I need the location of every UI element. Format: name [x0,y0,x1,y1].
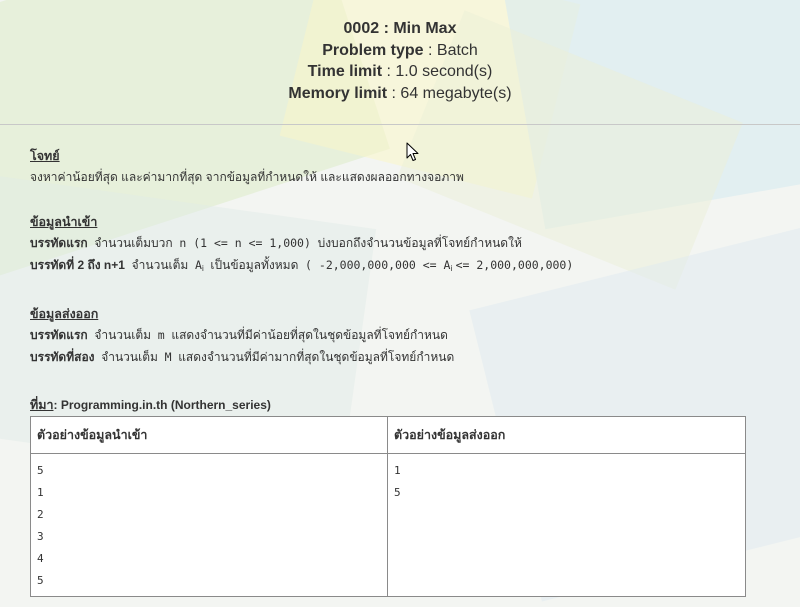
example-input-line: 5 [37,464,44,477]
input-spec-line1: บรรทัดแรก จำนวนเต็มบวก n (1 <= n <= 1,00… [30,236,522,250]
mouse-pointer-icon [406,142,419,161]
example-input-line: 3 [37,530,44,543]
source-label: ที่มา [30,398,54,412]
output-spec-heading: ข้อมูลส่งออก [30,307,99,321]
output-spec-line2: บรรทัดที่สอง จำนวนเต็ม M แสดงจำนวนที่มีค… [30,350,455,364]
statement-text: จงหาค่าน้อยที่สุด และค่ามากที่สุด จากข้อ… [30,170,464,184]
statement-section: โจทย์ จงหาค่าน้อยที่สุด และค่ามากที่สุด … [30,146,464,188]
problem-page: 0002 : Min Max Problem type : Batch Time… [0,0,800,597]
time-limit: Time limit : 1.0 second(s) [307,63,493,80]
example-input-cell: 5 1 2 3 4 5 [30,453,388,597]
source-line: ที่มา: Programming.in.th (Northern_serie… [30,395,271,415]
example-input-line: 5 [37,574,44,587]
example-input-line: 1 [37,486,44,499]
input-spec-section: ข้อมูลนำเข้า บรรทัดแรก จำนวนเต็มบวก n (1… [30,212,573,280]
output-spec-line1: บรรทัดแรก จำนวนเต็ม m แสดงจำนวนที่มีค่าน… [30,328,448,342]
memory-limit: Memory limit : 64 megabyte(s) [288,84,512,102]
header-divider [0,124,800,125]
example-output-cell: 1 5 [387,453,746,597]
statement-heading: โจทย์ [30,149,60,163]
example-output-line: 1 [394,464,401,477]
source-value: : Programming.in.th (Northern_series) [53,398,271,412]
input-spec-heading: ข้อมูลนำเข้า [30,215,98,229]
example-input-line: 4 [37,552,44,565]
example-input-line: 2 [37,508,44,521]
problem-header: 0002 : Min Max Problem type : Batch Time… [0,0,800,104]
example-output-header: ตัวอย่างข้อมูลส่งออก [387,416,746,454]
example-output-line: 5 [394,486,401,499]
input-spec-line2: บรรทัดที่ 2 ถึง n+1 จำนวนเต็ม Ai เป็นข้อ… [30,258,574,273]
problem-type: Problem type : Batch [322,41,478,59]
example-table: ตัวอย่างข้อมูลนำเข้า ตัวอย่างข้อมูลส่งออ… [30,416,746,597]
example-input-header: ตัวอย่างข้อมูลนำเข้า [30,416,388,454]
problem-title: 0002 : Min Max [343,20,457,37]
output-spec-section: ข้อมูลส่งออก บรรทัดแรก จำนวนเต็ม m แสดงจ… [30,304,454,368]
